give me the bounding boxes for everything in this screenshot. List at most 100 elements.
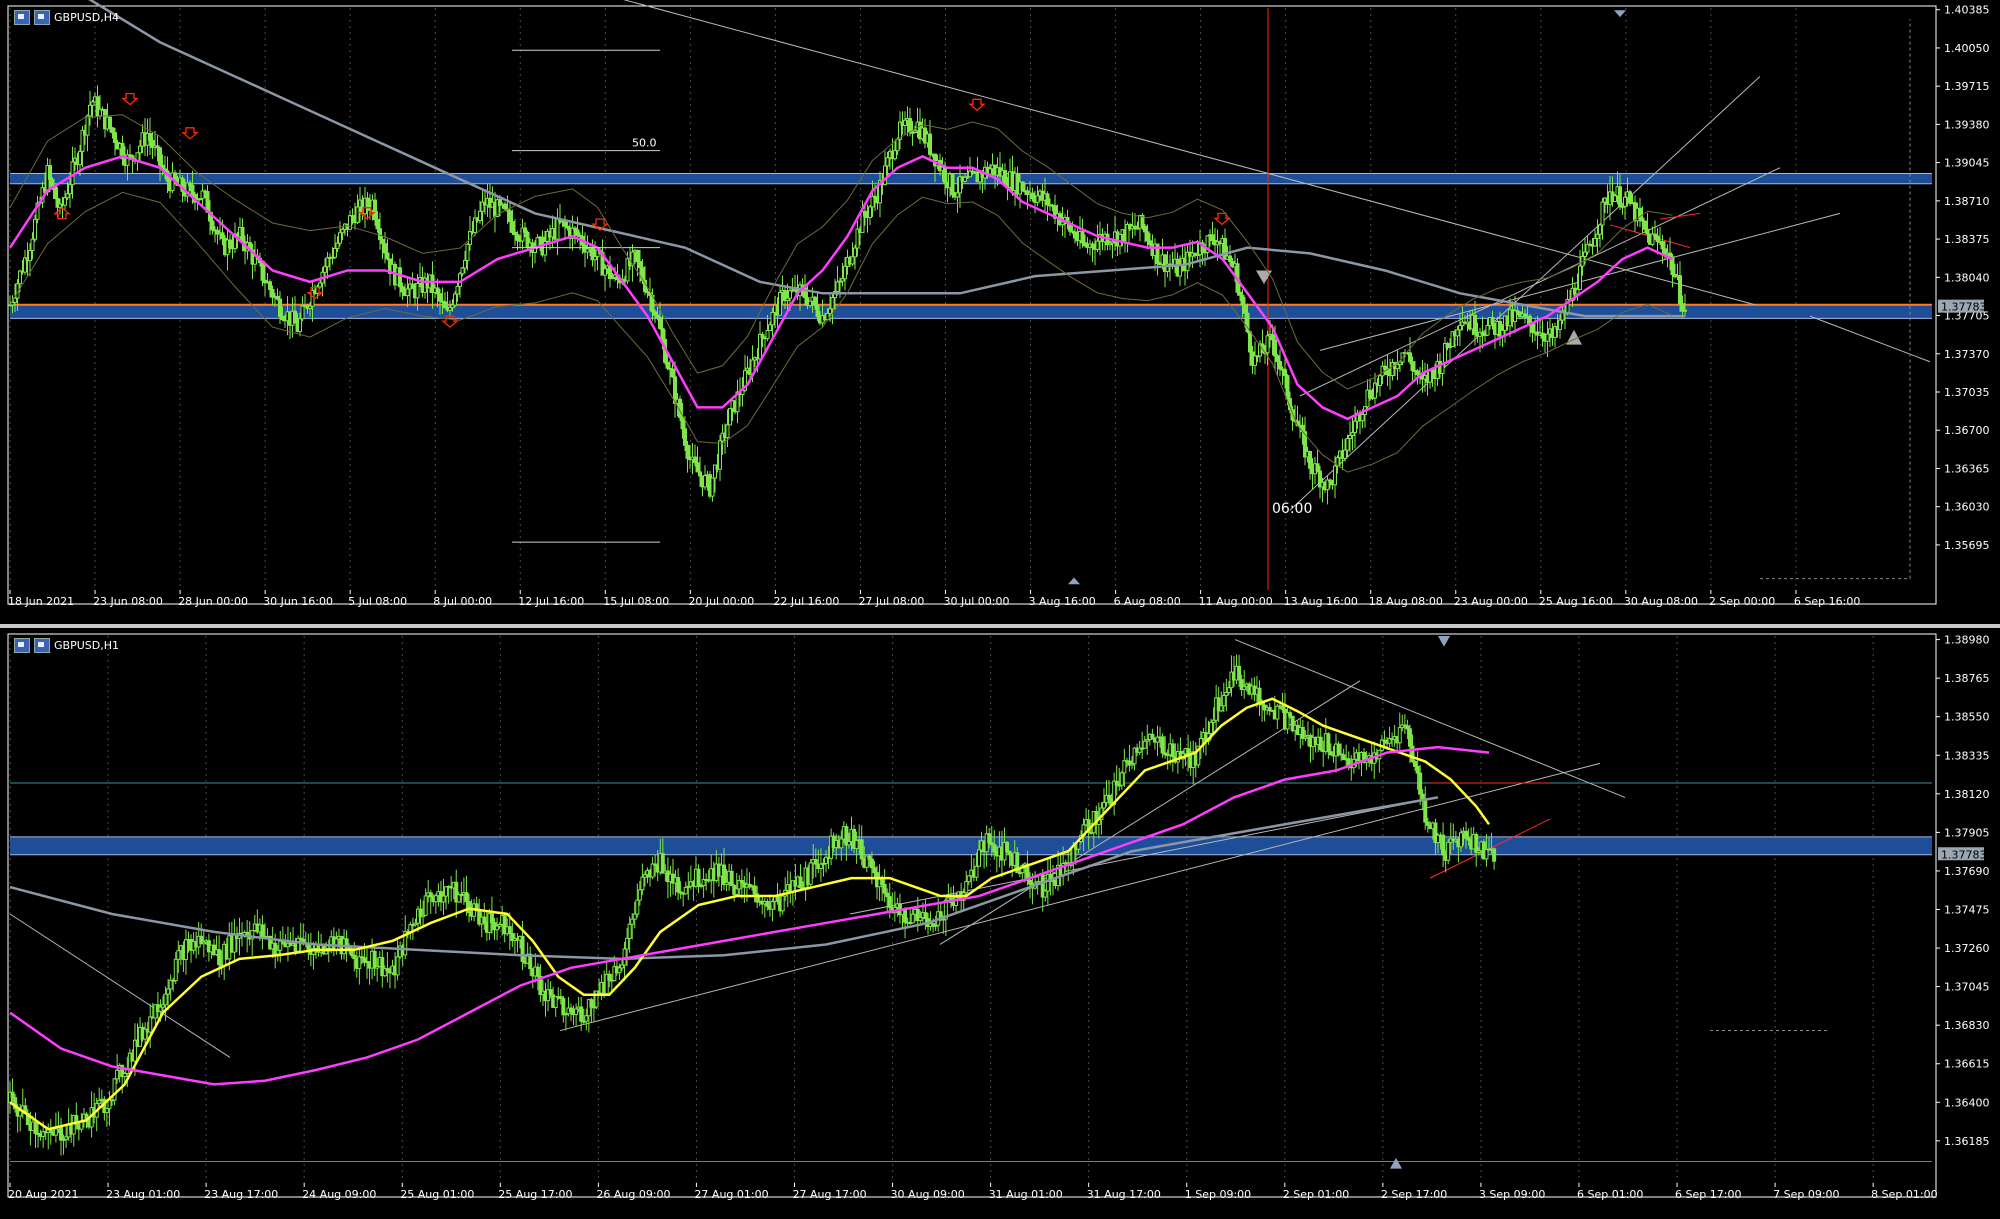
candle-body bbox=[1080, 230, 1085, 244]
candle-body bbox=[882, 883, 887, 894]
candle-body bbox=[1045, 193, 1050, 206]
candle-body bbox=[893, 150, 897, 160]
candle-body bbox=[1257, 687, 1262, 703]
candle-body bbox=[275, 949, 280, 955]
candle-body bbox=[268, 281, 272, 290]
price-tick-label: 1.39380 bbox=[1944, 118, 1990, 131]
time-tick-label: 25 Aug 16:00 bbox=[1539, 595, 1613, 608]
candle-body bbox=[176, 950, 181, 960]
candle-body bbox=[815, 304, 820, 318]
candle-body bbox=[365, 197, 370, 208]
candle-body bbox=[1441, 834, 1446, 856]
candle-body bbox=[1346, 758, 1351, 766]
candle-body bbox=[1343, 449, 1347, 459]
candle-body bbox=[1030, 192, 1035, 200]
candle-body bbox=[1353, 420, 1357, 434]
candle-body bbox=[839, 838, 844, 849]
candle-body bbox=[1643, 220, 1647, 230]
price-tick-label: 1.37260 bbox=[1944, 942, 1990, 955]
candle-body bbox=[1410, 361, 1415, 372]
candle-body bbox=[435, 287, 440, 295]
candle-body bbox=[1240, 294, 1245, 306]
candle-body bbox=[665, 361, 670, 369]
candle-body bbox=[1583, 251, 1587, 257]
time-tick-label: 30 Aug 08:00 bbox=[1624, 595, 1698, 608]
candle-body bbox=[1360, 414, 1365, 422]
candle-body bbox=[778, 292, 782, 316]
candle-body bbox=[1540, 332, 1545, 339]
candle-body bbox=[357, 956, 362, 969]
candle-body bbox=[503, 203, 507, 210]
candle-body bbox=[607, 973, 612, 981]
candle-body bbox=[1143, 225, 1147, 233]
candle-body bbox=[373, 199, 377, 221]
candle-body bbox=[1595, 233, 1600, 239]
candle-body bbox=[423, 895, 428, 916]
chart-canvas-h4[interactable]: 18 Jun 2021 23 Jun 08:00 28 Jun 00:00 30 Ju… bbox=[0, 0, 2000, 624]
candle-body bbox=[627, 923, 632, 939]
time-tick-label: 18 Jun 2021 bbox=[8, 595, 74, 608]
chart-title-bar-h4: GBPUSD,H4 bbox=[14, 10, 119, 25]
candle-body bbox=[1413, 761, 1418, 767]
fib-label: 50.0 bbox=[632, 137, 657, 150]
candle-body bbox=[828, 308, 832, 314]
candle-body bbox=[50, 178, 55, 187]
candle-body bbox=[1683, 309, 1687, 312]
time-tick-label: 6 Sep 17:00 bbox=[1675, 1188, 1741, 1201]
time-tick-label: 22 Jul 16:00 bbox=[773, 595, 839, 608]
candle-body bbox=[495, 925, 500, 931]
candle-body bbox=[685, 444, 690, 459]
price-tick-label: 1.36400 bbox=[1944, 1096, 1990, 1109]
price-tick-label: 1.38040 bbox=[1944, 271, 1990, 284]
envelope-upper-line bbox=[9, 114, 1673, 390]
scroll-marker-icon bbox=[1438, 636, 1450, 647]
time-tick-label: 6 Aug 08:00 bbox=[1114, 595, 1181, 608]
candle-body bbox=[520, 935, 525, 962]
candle-body bbox=[903, 119, 907, 126]
chart-window-h1[interactable]: 20 Aug 2021 23 Aug 01:00 23 Aug 17:00 24 Au… bbox=[0, 628, 2000, 1219]
candle-body bbox=[48, 165, 52, 180]
current-price-label: 1.37783 bbox=[1941, 848, 1987, 861]
candle-body bbox=[378, 228, 382, 241]
price-tick-label: 1.37475 bbox=[1944, 904, 1990, 917]
candle-body bbox=[463, 260, 467, 269]
candle-body bbox=[880, 878, 885, 885]
candle-body bbox=[33, 218, 37, 240]
candle-body bbox=[1209, 721, 1214, 735]
candle-body bbox=[850, 256, 855, 265]
candle-body bbox=[770, 900, 775, 910]
candle-body bbox=[395, 956, 400, 976]
signal-arrow-icon bbox=[968, 98, 986, 112]
time-tick-label: 25 Aug 01:00 bbox=[400, 1188, 474, 1201]
candle-body bbox=[923, 912, 928, 920]
candle-body bbox=[1492, 848, 1497, 862]
chart-window-h4[interactable]: 18 Jun 2021 23 Jun 08:00 28 Jun 00:00 30 Ju… bbox=[0, 0, 2000, 624]
candle-body bbox=[53, 1128, 58, 1136]
candle-body bbox=[59, 1125, 63, 1141]
time-tick-label: 8 Sep 01:00 bbox=[1871, 1188, 1937, 1201]
candle-body bbox=[260, 261, 265, 281]
candle-body bbox=[65, 193, 70, 199]
candle-body bbox=[548, 989, 553, 996]
time-tick-label: 23 Aug 00:00 bbox=[1454, 595, 1528, 608]
candle-body bbox=[868, 206, 872, 218]
candle-body bbox=[1655, 235, 1660, 242]
candle-body bbox=[885, 157, 890, 167]
chart-canvas-h1[interactable]: 20 Aug 2021 23 Aug 01:00 23 Aug 17:00 24 Au… bbox=[0, 628, 2000, 1219]
sell-marker-icon bbox=[1256, 270, 1272, 285]
candle-body bbox=[859, 839, 864, 860]
candle-body bbox=[298, 318, 302, 332]
candle-body bbox=[333, 247, 337, 258]
time-tick-label: 28 Jun 00:00 bbox=[178, 595, 248, 608]
candle-body bbox=[113, 132, 117, 143]
candle-body bbox=[1613, 195, 1617, 203]
candle-body bbox=[385, 252, 390, 260]
price-tick-label: 1.36185 bbox=[1944, 1135, 1990, 1148]
time-tick-label: 13 Aug 16:00 bbox=[1284, 595, 1358, 608]
price-tick-label: 1.35695 bbox=[1944, 539, 1990, 552]
candle-body bbox=[964, 881, 969, 894]
candle-body bbox=[441, 895, 446, 903]
ema-line bbox=[9, 697, 1491, 1131]
price-tick-label: 1.36365 bbox=[1944, 462, 1990, 475]
candle-body bbox=[1275, 705, 1280, 720]
